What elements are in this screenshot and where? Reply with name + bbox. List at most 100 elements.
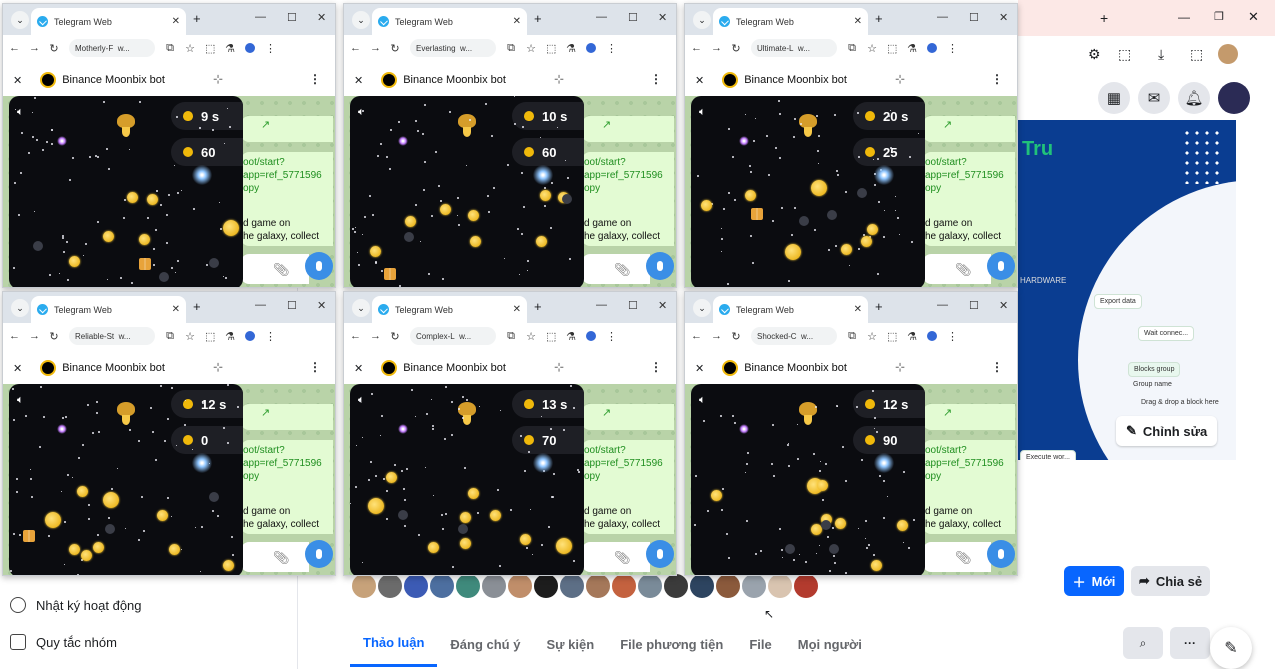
mic-button[interactable] [987, 540, 1015, 568]
bot-menu-icon[interactable]: ⋮ [309, 360, 321, 374]
coin-icon[interactable] [405, 216, 416, 227]
coin-icon[interactable] [370, 246, 381, 257]
browser-menu-icon[interactable]: ⋮ [606, 42, 617, 55]
maximize-icon[interactable]: ☐ [287, 299, 297, 312]
moonbix-game-canvas[interactable]: 🔈︎ 20 s 25 [691, 96, 925, 287]
minimize-icon[interactable]: — [937, 11, 948, 23]
bot-menu-icon[interactable]: ⋮ [991, 360, 1003, 374]
coin-icon[interactable] [867, 224, 878, 235]
tab-media[interactable]: File phương tiện [607, 621, 736, 667]
new-button[interactable]: ＋ Mới [1064, 566, 1124, 596]
reload-icon[interactable]: ↻ [390, 42, 400, 55]
referral-link[interactable]: oot/start? [584, 156, 672, 169]
bookmark-star-icon[interactable]: ☆ [526, 330, 536, 343]
moonbix-game-canvas[interactable]: 🔈︎ 13 s 70 [350, 384, 584, 575]
gift-box-icon[interactable] [384, 268, 396, 280]
mic-button[interactable] [305, 540, 333, 568]
address-bar[interactable]: Ultimate-L w... [751, 39, 837, 57]
menu-grid-icon[interactable]: ▦ [1098, 82, 1130, 114]
coin-icon[interactable] [841, 244, 852, 255]
minimize-bot-icon[interactable]: ⊹ [895, 360, 905, 374]
coin-icon[interactable] [440, 204, 451, 215]
mic-button[interactable] [305, 252, 333, 280]
referral-link[interactable]: oot/start? [243, 156, 331, 169]
close-tab-icon[interactable]: ✕ [513, 16, 521, 27]
address-bar[interactable]: Everlasting w... [410, 39, 496, 57]
coin-icon[interactable] [468, 210, 479, 221]
lab-icon[interactable]: ⚗ [225, 330, 235, 343]
close-window-icon[interactable]: ✕ [999, 299, 1008, 312]
mic-button[interactable] [987, 252, 1015, 280]
forward-icon[interactable]: → [370, 330, 381, 342]
reload-icon[interactable]: ↻ [49, 42, 59, 55]
close-tab-icon[interactable]: ✕ [172, 304, 180, 315]
address-bar[interactable]: Shocked-C w... [751, 327, 837, 345]
browser-tab[interactable]: Telegram Web ✕ [713, 8, 868, 35]
compose-button[interactable]: ✎ [1210, 627, 1252, 669]
tab-search-icon[interactable]: ⌄ [693, 11, 711, 29]
referral-link[interactable]: opy [925, 182, 1013, 195]
sound-icon[interactable]: 🔈︎ [699, 394, 706, 407]
attach-icon[interactable]: 📎︎ [955, 550, 972, 566]
forward-icon[interactable]: → [29, 42, 40, 54]
close-bot-icon[interactable]: ✕ [354, 362, 363, 375]
profile-avatar[interactable] [245, 43, 255, 53]
coin-icon[interactable] [81, 550, 92, 561]
install-app-icon[interactable]: ⧉ [847, 330, 857, 343]
coin-icon[interactable] [103, 231, 114, 242]
tab-people[interactable]: Mọi người [785, 621, 875, 667]
profile-avatar[interactable] [927, 331, 937, 341]
install-app-icon[interactable]: ⧉ [506, 42, 516, 55]
coin-icon[interactable] [157, 510, 168, 521]
new-tab-icon[interactable]: + [193, 11, 201, 26]
extensions-icon[interactable]: ⬚ [205, 330, 215, 343]
browser-menu-icon[interactable]: ⋮ [265, 42, 276, 55]
close-tab-icon[interactable]: ✕ [513, 304, 521, 315]
attach-icon[interactable]: 📎︎ [273, 262, 290, 278]
minimize-bot-icon[interactable]: ⊹ [895, 72, 905, 86]
moonbix-game-canvas[interactable]: 🔈︎ 12 s 90 [691, 384, 925, 575]
mic-button[interactable] [646, 540, 674, 568]
browser-window[interactable]: ⌄ Telegram Web ✕ + — ☐ ✕ ← → ↻ Ultimate-… [684, 3, 1018, 288]
reload-icon[interactable]: ↻ [731, 330, 741, 343]
maximize-icon[interactable]: ☐ [628, 11, 638, 24]
coin-icon[interactable] [835, 518, 846, 529]
coin-icon[interactable] [386, 472, 397, 483]
referral-link[interactable]: opy [243, 470, 331, 483]
coin-icon[interactable] [470, 236, 481, 247]
close-window-icon[interactable]: ✕ [999, 11, 1008, 24]
avatar[interactable] [1218, 82, 1250, 114]
browser-tab[interactable]: Telegram Web ✕ [31, 8, 186, 35]
extensions-icon[interactable]: ⬚ [887, 330, 897, 343]
sidebar-item-activity-log[interactable]: Nhật ký hoạt động [10, 597, 142, 613]
coin-icon[interactable] [817, 480, 828, 491]
more-button[interactable]: ··· [1170, 627, 1210, 659]
tab-search-icon[interactable]: ⌄ [11, 299, 29, 317]
new-tab-icon[interactable]: + [534, 299, 542, 314]
browser-window[interactable]: ⌄ Telegram Web ✕ + — ☐ ✕ ← → ↻ Complex-L… [343, 291, 677, 576]
sound-icon[interactable]: 🔈︎ [17, 394, 24, 407]
install-app-icon[interactable]: ⧉ [165, 330, 175, 343]
reload-icon[interactable]: ↻ [731, 42, 741, 55]
reload-icon[interactable]: ↻ [390, 330, 400, 343]
browser-tab[interactable]: Telegram Web ✕ [31, 296, 186, 323]
lab-icon[interactable]: ⚗ [225, 42, 235, 55]
profile-avatar[interactable] [245, 331, 255, 341]
moonbix-game-canvas[interactable]: 🔈︎ 12 s 0 [9, 384, 243, 575]
back-icon[interactable]: ← [350, 330, 361, 342]
attach-icon[interactable]: 📎︎ [614, 262, 631, 278]
new-tab-icon[interactable]: + [193, 299, 201, 314]
coin-icon[interactable] [871, 560, 882, 571]
coin-icon[interactable] [785, 244, 801, 260]
tab-events[interactable]: Sự kiện [533, 621, 607, 667]
coin-icon[interactable] [368, 498, 384, 514]
new-tab-icon[interactable]: + [875, 299, 883, 314]
back-icon[interactable]: ← [691, 42, 702, 54]
bell-icon[interactable]: 🔔︎ [1178, 82, 1210, 114]
referral-link[interactable]: app=ref_5771596 [925, 457, 1013, 470]
edit-cover-button[interactable]: ✎ Chỉnh sửa [1116, 416, 1218, 446]
lab-icon[interactable]: ⚗ [907, 42, 917, 55]
referral-link[interactable]: oot/start? [243, 444, 331, 457]
bookmark-star-icon[interactable]: ☆ [867, 42, 877, 55]
extensions-icon[interactable]: ⬚ [546, 330, 556, 343]
